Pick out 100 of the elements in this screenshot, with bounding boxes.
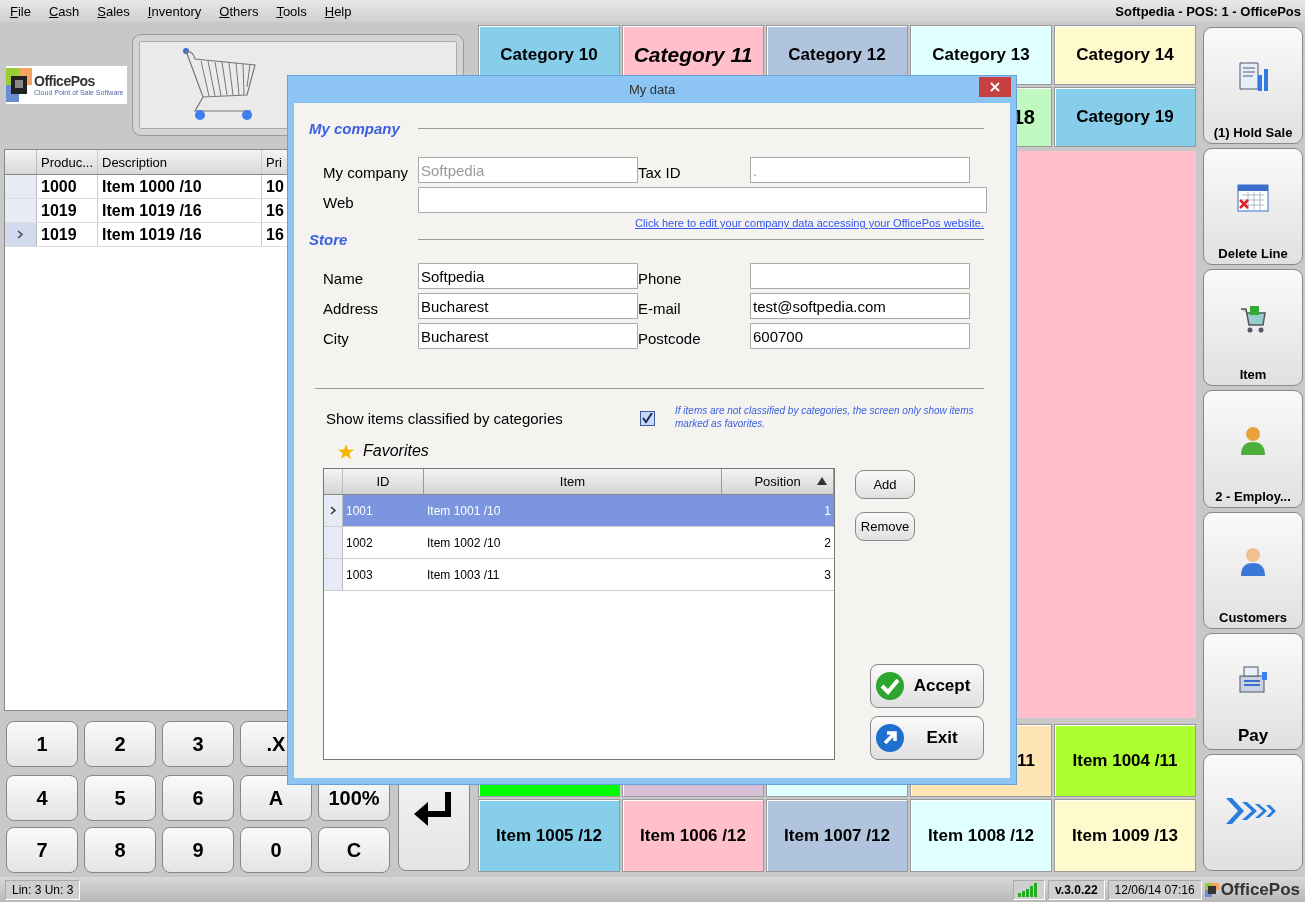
- column-header[interactable]: Position: [722, 469, 834, 494]
- table-cell: Item 1000 /10: [98, 175, 262, 198]
- keypad-key[interactable]: C: [318, 827, 390, 873]
- table-cell-text: 1003: [345, 566, 374, 584]
- table-cell-text: 2: [823, 534, 832, 552]
- text-field[interactable]: Softpedia: [418, 263, 638, 289]
- text-field[interactable]: Bucharest: [418, 293, 638, 319]
- keypad-key[interactable]: 6: [162, 775, 234, 821]
- brand-logo: OfficePos: [1204, 879, 1300, 900]
- enter-icon: [414, 792, 454, 828]
- table-cell-text: 3: [823, 566, 832, 584]
- keypad-key[interactable]: 8: [84, 827, 156, 873]
- field-label: My company: [323, 163, 410, 181]
- field-label: Phone: [638, 269, 683, 287]
- table-row[interactable]: 1003 Item 1003 /11 3: [324, 559, 834, 591]
- keypad-key[interactable]: 7: [6, 827, 78, 873]
- checkbox[interactable]: [640, 411, 655, 426]
- window-title: Softpedia - POS: 1 - OfficePos: [1115, 3, 1301, 19]
- table-cell: 1001: [343, 495, 424, 526]
- field-label: Name: [323, 269, 364, 287]
- column-header[interactable]: Description: [98, 150, 262, 174]
- hint-text: If items are not classified by categories, the screen only show items marked as favorites.: [675, 404, 975, 430]
- field-label: Address: [323, 299, 380, 317]
- accept-button[interactable]: Accept: [870, 664, 984, 708]
- table-cell-text: Item 1003 /11: [426, 566, 501, 584]
- close-button[interactable]: [979, 77, 1011, 97]
- section-title: Favorites: [363, 442, 429, 460]
- category-tile[interactable]: Category 19: [1054, 87, 1196, 147]
- checkbox-label: Show items classified by categories: [326, 410, 564, 427]
- row-header[interactable]: [5, 175, 37, 198]
- text-field[interactable]: test@softpedia.com: [750, 293, 970, 319]
- action-button[interactable]: [1203, 753, 1303, 871]
- keypad-key[interactable]: 3: [162, 721, 234, 767]
- table-cell: Item 1001 /10: [424, 495, 722, 526]
- field-label: E-mail: [638, 299, 682, 317]
- menu-item[interactable]: Inventory: [147, 3, 202, 19]
- item-tile[interactable]: Item 1004 /11: [1054, 724, 1196, 797]
- table-cell-text: Item 1002 /10: [426, 534, 502, 552]
- field-label: Tax ID: [638, 163, 682, 181]
- item-tile[interactable]: Item 1007 /12: [766, 799, 908, 872]
- table-cell: 1: [722, 495, 834, 526]
- menu-item[interactable]: Others: [219, 3, 259, 19]
- keypad-key[interactable]: 2: [84, 721, 156, 767]
- table-cell: Item 1019 /16: [98, 223, 262, 246]
- menu-item[interactable]: Tools: [276, 3, 307, 19]
- menu-item[interactable]: Cash: [48, 3, 80, 19]
- column-header[interactable]: Produc...: [37, 150, 98, 174]
- sort-icon: [817, 477, 827, 485]
- field-label: City: [323, 329, 350, 347]
- star-icon: [338, 443, 354, 459]
- item-tile[interactable]: Item 1006 /12: [622, 799, 764, 872]
- field-label: Web: [323, 193, 355, 211]
- column-header[interactable]: Item: [424, 469, 722, 494]
- exit-button[interactable]: Exit: [870, 716, 984, 760]
- menu-item[interactable]: Help: [324, 3, 352, 19]
- cash-register-icon: [1236, 663, 1270, 696]
- action-button[interactable]: Item: [1203, 269, 1303, 387]
- status-text: Lin: 3 Un: 3: [5, 879, 81, 900]
- table-cell: Item 1019 /16: [98, 199, 262, 222]
- text-field[interactable]: Bucharest: [418, 323, 638, 349]
- action-button[interactable]: Pay: [1203, 632, 1303, 750]
- action-button[interactable]: 2 - Employ...: [1203, 390, 1303, 508]
- person-icon: [1240, 545, 1266, 578]
- action-button[interactable]: Delete Line: [1203, 148, 1303, 266]
- item-tile[interactable]: Item 1008 /12: [910, 799, 1052, 872]
- keypad-key[interactable]: 4: [6, 775, 78, 821]
- table-cell: 1019: [37, 199, 98, 222]
- list-button[interactable]: Remove: [855, 512, 915, 541]
- website-link[interactable]: Click here to edit your company data accessing your OfficePos website.: [635, 217, 984, 229]
- row-pointer-icon: [329, 506, 337, 515]
- close-icon: [990, 82, 1000, 92]
- person-icon: [1240, 424, 1266, 456]
- keypad-key[interactable]: 9: [162, 827, 234, 873]
- datetime-text: 12/06/14 07:16: [1107, 879, 1202, 900]
- dialog-title: My data: [628, 82, 676, 97]
- field-label: Postcode: [638, 329, 702, 347]
- keypad-key[interactable]: 0: [240, 827, 312, 873]
- keypad-key[interactable]: A: [240, 775, 312, 821]
- category-tile[interactable]: Category 14: [1054, 25, 1196, 85]
- text-field[interactable]: [418, 187, 987, 213]
- row-header[interactable]: [5, 199, 37, 222]
- action-button[interactable]: (1) Hold Sale: [1203, 27, 1303, 145]
- menu-item[interactable]: File: [10, 3, 31, 19]
- table-cell: 1000: [37, 175, 98, 198]
- list-button[interactable]: Add: [855, 470, 915, 499]
- keypad-key[interactable]: 1: [6, 721, 78, 767]
- column-header[interactable]: ID: [343, 469, 424, 494]
- row-header[interactable]: [5, 223, 37, 246]
- table-row[interactable]: 1002 Item 1002 /10 2: [324, 527, 834, 559]
- table-cell-text: 1002: [345, 534, 374, 552]
- text-field[interactable]: 600700: [750, 323, 970, 349]
- action-button[interactable]: Customers: [1203, 511, 1303, 629]
- text-field[interactable]: [750, 263, 970, 289]
- item-tile[interactable]: Item 1005 /12: [478, 799, 620, 872]
- menu-item[interactable]: Sales: [97, 3, 130, 19]
- item-tile[interactable]: Item 1009 /13: [1054, 799, 1196, 872]
- calendar-icon: [1236, 181, 1270, 214]
- section-title: My company: [309, 120, 402, 137]
- table-cell: 1019: [37, 223, 98, 246]
- keypad-key[interactable]: 5: [84, 775, 156, 821]
